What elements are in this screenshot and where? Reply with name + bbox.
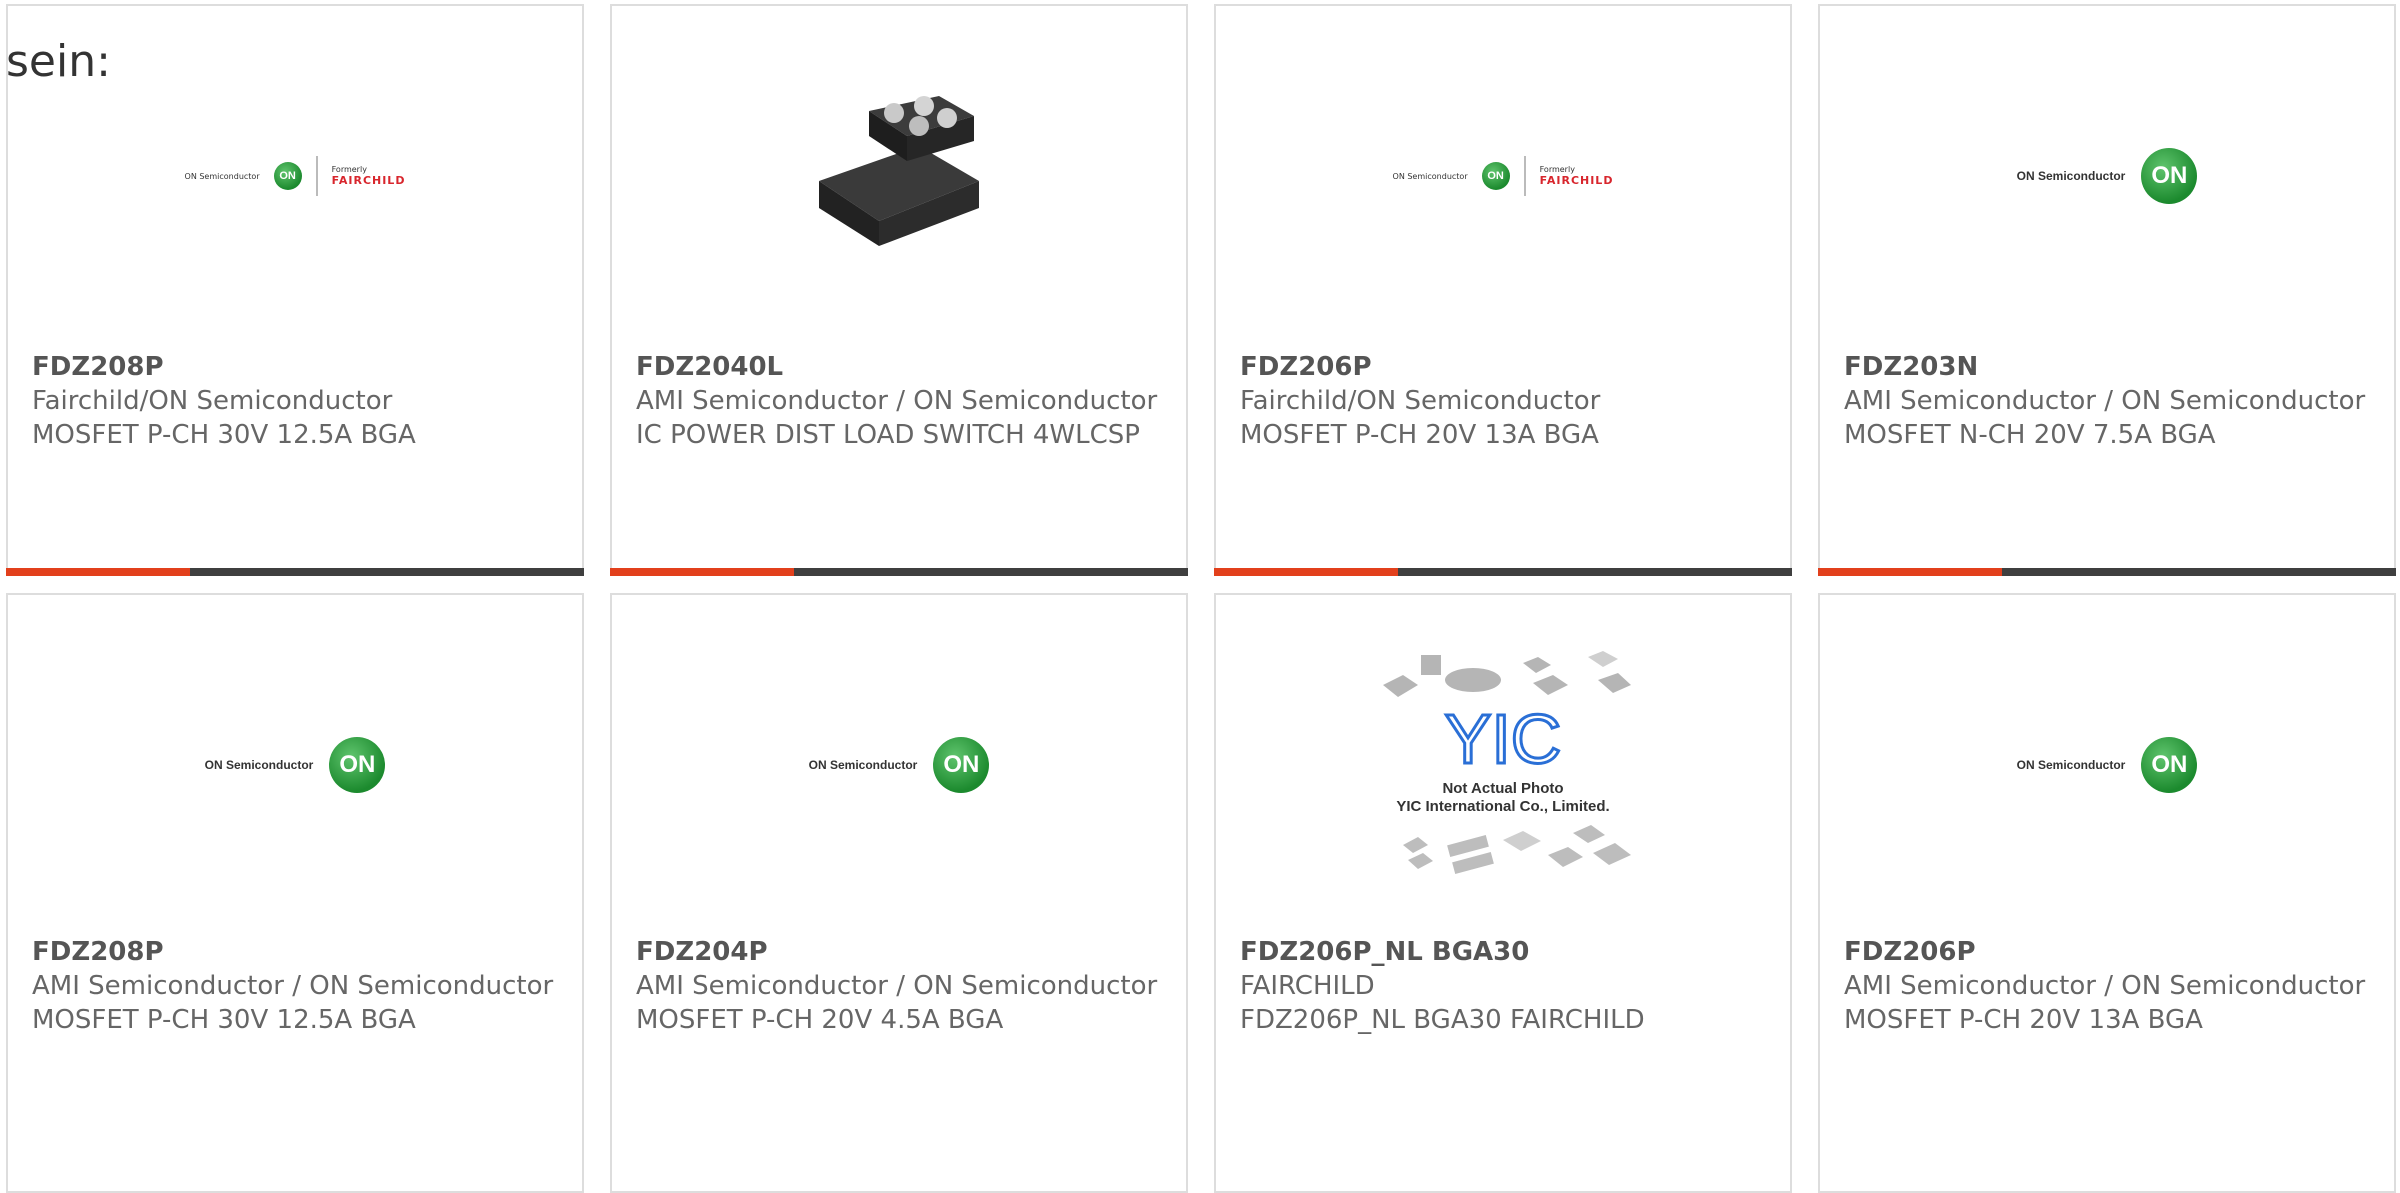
- manufacturer: AMI Semiconductor / ON Semiconductor: [636, 386, 1158, 416]
- product-description: MOSFET P-CH 30V 12.5A BGA: [32, 420, 416, 450]
- product-card[interactable]: ON Semiconductor ON Formerly FAIRCHILD F…: [6, 4, 584, 576]
- product-description: MOSFET P-CH 20V 13A BGA: [1240, 420, 1599, 450]
- card-accent-bar: [6, 568, 584, 576]
- product-card[interactable]: ON Semiconductor ON FDZ203N AMI Semicond…: [1818, 4, 2396, 576]
- fairchild-wordmark: FAIRCHILD: [1539, 174, 1614, 187]
- on-logo-icon: ON: [2141, 737, 2198, 793]
- product-image: ON Semiconductor ON: [612, 645, 1186, 885]
- manufacturer: AMI Semiconductor / ON Semiconductor: [1844, 971, 2366, 1001]
- part-number[interactable]: FDZ208P: [32, 935, 558, 969]
- manufacturer: Fairchild/ON Semiconductor: [1240, 386, 1601, 416]
- fairchild-wordmark: FAIRCHILD: [331, 174, 406, 187]
- part-number[interactable]: FDZ208P: [32, 350, 558, 384]
- intro-text: sein:: [6, 36, 111, 87]
- product-card[interactable]: ON Semiconductor ON Formerly FAIRCHILD F…: [1214, 4, 1792, 576]
- product-description: MOSFET P-CH 30V 12.5A BGA: [32, 1005, 416, 1035]
- on-logo-icon: ON: [273, 162, 302, 190]
- product-image: ON Semiconductor ON Formerly FAIRCHILD: [8, 56, 582, 296]
- on-semiconductor-wordmark: ON Semiconductor: [2016, 758, 2126, 772]
- product-description: MOSFET P-CH 20V 13A BGA: [1844, 1005, 2203, 1035]
- on-logo-icon: ON: [2141, 148, 2198, 204]
- card-accent-bar: [1214, 568, 1792, 576]
- on-logo-icon: ON: [1481, 162, 1510, 190]
- on-semiconductor-wordmark: ON Semiconductor: [1392, 171, 1468, 181]
- product-image: [612, 56, 1186, 296]
- product-description: MOSFET N-CH 20V 7.5A BGA: [1844, 420, 2216, 450]
- manufacturer: AMI Semiconductor / ON Semiconductor: [1844, 386, 2366, 416]
- fairchild-logo: Formerly FAIRCHILD: [332, 165, 406, 187]
- chip-photo-icon: [819, 96, 979, 246]
- on-semiconductor-wordmark: ON Semiconductor: [2016, 169, 2126, 183]
- logo-divider: [1523, 156, 1526, 196]
- fairchild-logo: Formerly FAIRCHILD: [1540, 165, 1614, 187]
- product-description: FDZ206P_NL BGA30 FAIRCHILD: [1240, 1005, 1645, 1035]
- product-card[interactable]: ON Semiconductor ON FDZ208P AMI Semicond…: [6, 593, 584, 1193]
- card-accent-bar: [1818, 568, 2396, 576]
- svg-text:YIC: YIC: [1445, 700, 1562, 778]
- formerly-label: Formerly: [1539, 165, 1575, 174]
- formerly-label: Formerly: [331, 165, 367, 174]
- on-logo-icon: ON: [933, 737, 990, 793]
- yic-company-text: YIC International Co., Limited.: [1396, 798, 1609, 815]
- product-image: ON Semiconductor ON: [1820, 645, 2394, 885]
- part-number[interactable]: FDZ206P: [1240, 350, 1766, 384]
- product-card[interactable]: YIC Not Actual Photo YIC International C…: [1214, 593, 1792, 1193]
- not-actual-photo-text: Not Actual Photo: [1442, 780, 1563, 797]
- product-image: ON Semiconductor ON: [8, 645, 582, 885]
- on-logo-icon: ON: [329, 737, 386, 793]
- product-card[interactable]: ON Semiconductor ON FDZ206P AMI Semicond…: [1818, 593, 2396, 1193]
- part-number[interactable]: FDZ206P: [1844, 935, 2370, 969]
- on-semiconductor-wordmark: ON Semiconductor: [204, 758, 314, 772]
- part-number[interactable]: FDZ2040L: [636, 350, 1162, 384]
- logo-divider: [315, 156, 318, 196]
- manufacturer: Fairchild/ON Semiconductor: [32, 386, 393, 416]
- product-description: IC POWER DIST LOAD SWITCH 4WLCSP: [636, 420, 1140, 450]
- part-number[interactable]: FDZ206P_NL BGA30: [1240, 935, 1766, 969]
- product-card[interactable]: ON Semiconductor ON FDZ204P AMI Semicond…: [610, 593, 1188, 1193]
- product-image: ON Semiconductor ON Formerly FAIRCHILD: [1216, 56, 1790, 296]
- manufacturer: AMI Semiconductor / ON Semiconductor: [636, 971, 1158, 1001]
- part-number[interactable]: FDZ204P: [636, 935, 1162, 969]
- on-semiconductor-wordmark: ON Semiconductor: [808, 758, 918, 772]
- product-card[interactable]: FDZ2040L AMI Semiconductor / ON Semicond…: [610, 4, 1188, 576]
- manufacturer: FAIRCHILD: [1240, 971, 1375, 1001]
- product-image: ON Semiconductor ON: [1820, 56, 2394, 296]
- card-accent-bar: [610, 568, 1188, 576]
- on-semiconductor-wordmark: ON Semiconductor: [184, 171, 260, 181]
- yic-placeholder-icon: YIC Not Actual Photo YIC International C…: [1383, 651, 1631, 874]
- product-description: MOSFET P-CH 20V 4.5A BGA: [636, 1005, 1004, 1035]
- part-number[interactable]: FDZ203N: [1844, 350, 2370, 384]
- manufacturer: AMI Semiconductor / ON Semiconductor: [32, 971, 554, 1001]
- product-image: YIC Not Actual Photo YIC International C…: [1216, 645, 1790, 885]
